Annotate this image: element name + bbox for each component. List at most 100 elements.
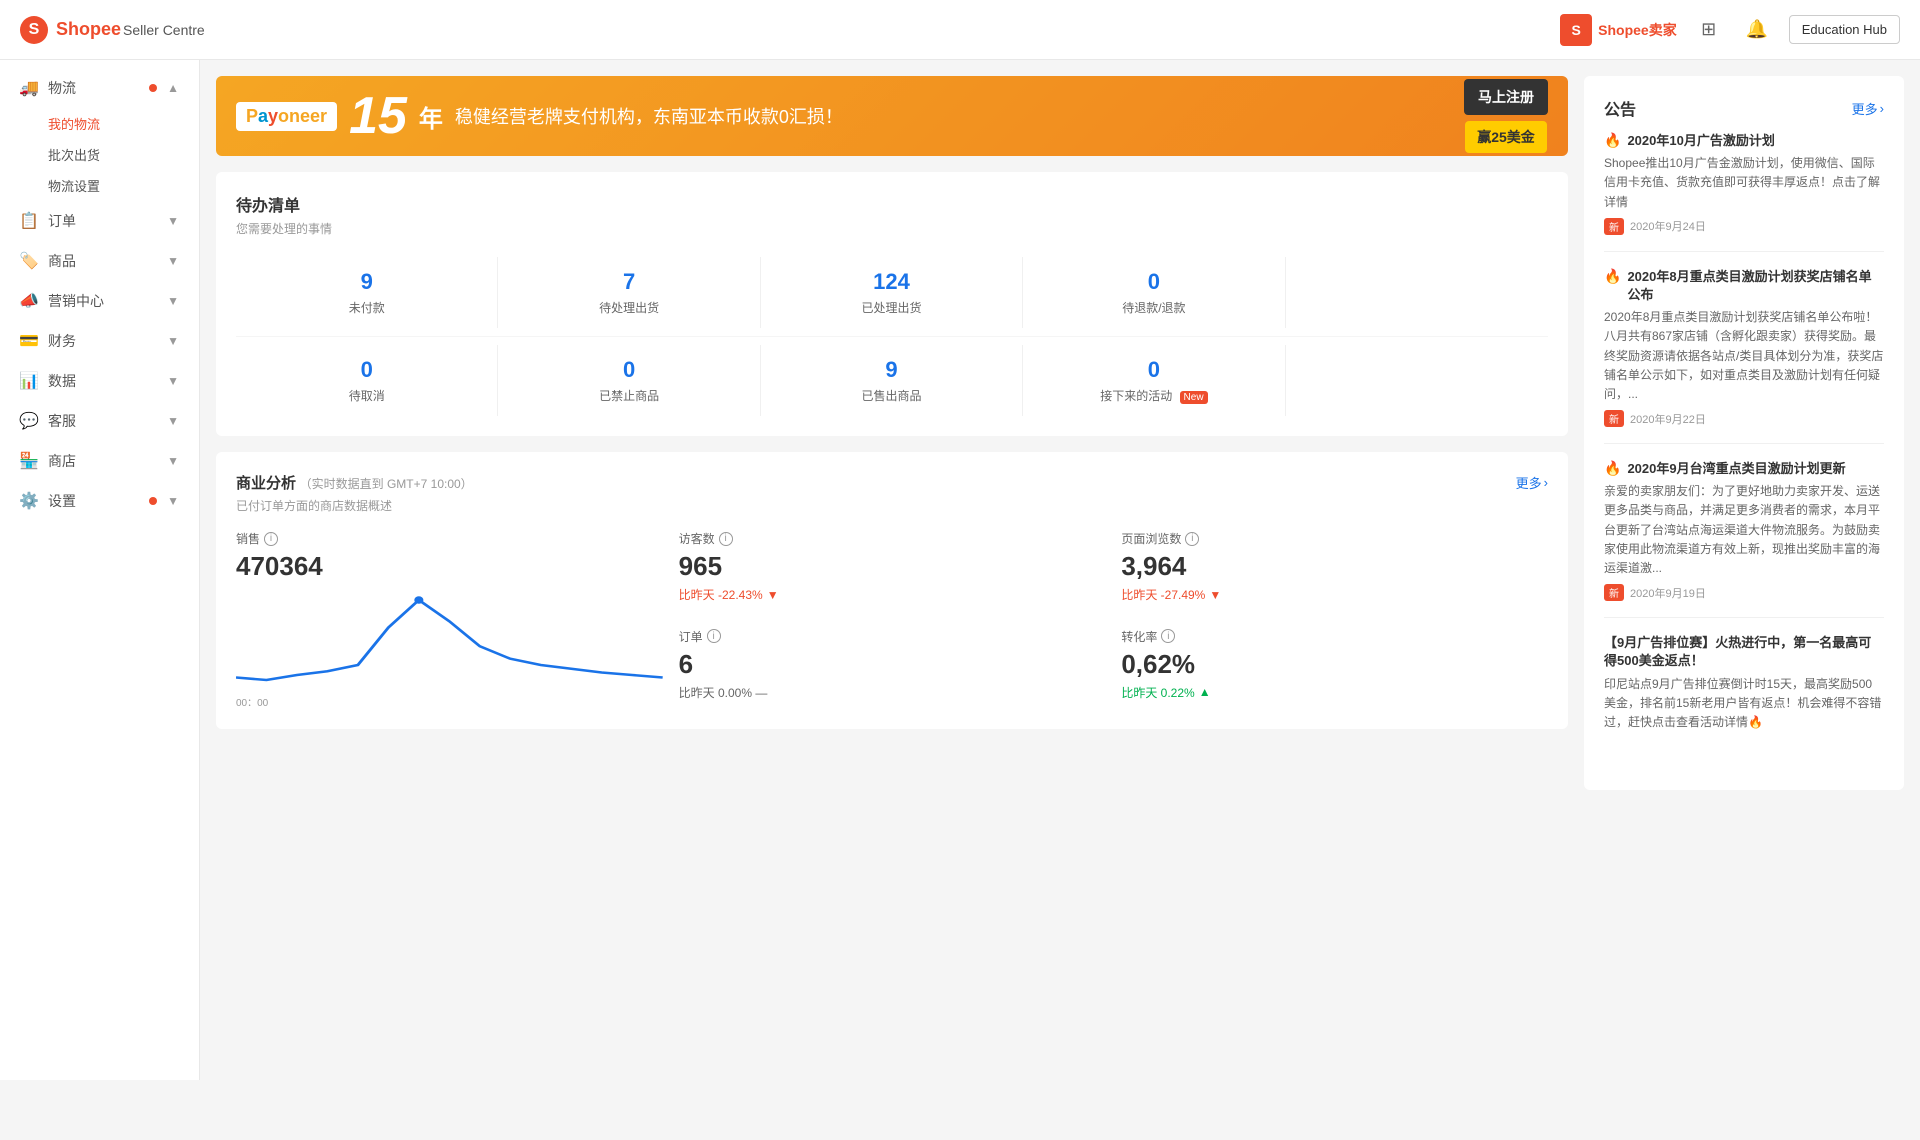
announcements-more-link[interactable]: 更多 ›	[1852, 99, 1884, 118]
metrics-right: 访客数 i 965 比昨天 -22.43% ▼ 页面浏览数	[679, 530, 1548, 709]
ann-item-2-title[interactable]: 2020年8月重点类目激励计划获奖店铺名单公布	[1627, 268, 1884, 304]
analytics-realtime: （实时数据直到 GMT+7 10:00）	[300, 477, 473, 491]
logo-text: Shopee Seller Centre	[56, 19, 205, 40]
customer-service-arrow: ▼	[167, 414, 179, 428]
education-hub-button[interactable]: Education Hub	[1789, 15, 1900, 44]
sidebar-sub-logistics-settings[interactable]: 物流设置	[0, 170, 199, 201]
banner-payoneer: Payoneer	[236, 102, 337, 131]
logo-shopee: Shopee	[56, 19, 121, 40]
todo-num-pending-ship[interactable]: 7	[506, 269, 751, 295]
todo-num-banned[interactable]: 0	[506, 357, 751, 383]
logistics-arrow: ▲	[167, 81, 179, 95]
todo-item-sold: 9 已售出商品	[761, 345, 1023, 416]
sidebar-item-products[interactable]: 🏷️ 商品 ▼	[0, 241, 199, 281]
metric-conversion: 转化率 i 0,62% 比昨天 0.22% ▲	[1121, 628, 1548, 710]
conversion-change: 比昨天 0.22% ▲	[1121, 684, 1548, 701]
logistics-dot	[149, 84, 157, 92]
sidebar-item-settings[interactable]: ⚙️ 设置 ▼	[0, 481, 199, 521]
ann-new-badge-1: 新	[1604, 218, 1624, 235]
pageviews-info-icon[interactable]: i	[1185, 532, 1199, 546]
announcement-item-2: 🔥 2020年8月重点类目激励计划获奖店铺名单公布 2020年8月重点类目激励计…	[1604, 268, 1884, 444]
todo-num-processed-ship[interactable]: 124	[769, 269, 1014, 295]
announcement-item-3: 🔥 2020年9月台湾重点类目激励计划更新 亲爱的卖家朋友们：为了更好地助力卖家…	[1604, 460, 1884, 618]
ann-item-3-meta: 新 2020年9月19日	[1604, 584, 1884, 601]
sidebar-item-finance[interactable]: 💳 财务 ▼	[0, 321, 199, 361]
banner-15-years: 15	[349, 90, 407, 142]
sales-value: 470364	[236, 551, 663, 582]
todo-label-sold: 已售出商品	[769, 387, 1014, 404]
visitors-change-arrow: ▼	[767, 588, 779, 602]
todo-num-upcoming[interactable]: 0	[1031, 357, 1276, 383]
pageviews-label: 页面浏览数 i	[1121, 530, 1548, 547]
todo-label-upcoming: 接下来的活动 New	[1031, 387, 1276, 404]
layout: 🚚 物流 ▲ 我的物流 批次出货 物流设置 📋 订单 ▼ 🏷️ 商品 ▼ 📣 营…	[0, 60, 1920, 1080]
visitors-value: 965	[679, 551, 1106, 582]
conversion-change-arrow: ▲	[1199, 685, 1211, 699]
announcements-more-arrow: ›	[1880, 101, 1884, 116]
visitors-label: 访客数 i	[679, 530, 1106, 547]
todo-label-refund: 待退款/退款	[1031, 299, 1276, 316]
sidebar-item-shop[interactable]: 🏪 商店 ▼	[0, 441, 199, 481]
sidebar-item-customer-service[interactable]: 💬 客服 ▼	[0, 401, 199, 441]
ann-item-1-meta: 新 2020年9月24日	[1604, 218, 1884, 235]
sidebar-item-marketing[interactable]: 📣 营销中心 ▼	[0, 281, 199, 321]
banner-right: 马上注册 赢25美金	[1464, 79, 1548, 153]
main-content: Payoneer 15 年 稳健经营老牌支付机构，东南亚本币收款0汇损！ 马上注…	[200, 60, 1920, 1080]
conversion-info-icon[interactable]: i	[1161, 629, 1175, 643]
grid-icon[interactable]: ⊞	[1693, 14, 1725, 46]
sidebar-sub-my-logistics[interactable]: 我的物流	[0, 108, 199, 139]
todo-num-unpaid[interactable]: 9	[244, 269, 489, 295]
marketing-icon: 📣	[20, 292, 38, 310]
banner-register-btn[interactable]: 马上注册	[1464, 79, 1548, 115]
ann-item-2-meta: 新 2020年9月22日	[1604, 410, 1884, 427]
metric-visitors: 访客数 i 965 比昨天 -22.43% ▼	[679, 530, 1106, 612]
shop-icon: 🏪	[20, 452, 38, 470]
analytics-card: 商业分析 （实时数据直到 GMT+7 10:00） 更多 › 已付订单方面的商店…	[216, 452, 1568, 729]
todo-num-cancel[interactable]: 0	[244, 357, 489, 383]
sidebar-item-orders[interactable]: 📋 订单 ▼	[0, 201, 199, 241]
orders-label: 订单 i	[679, 628, 1106, 645]
ann-item-2-header: 🔥 2020年8月重点类目激励计划获奖店铺名单公布	[1604, 268, 1884, 304]
chart-time: 00：00	[236, 694, 663, 709]
sidebar-item-data[interactable]: 📊 数据 ▼	[0, 361, 199, 401]
sidebar-item-label: 物流	[48, 78, 139, 98]
announcements-card: 公告 更多 › 🔥 2020年10月广告激励计划 Shopee推出10月广告金激…	[1584, 76, 1904, 790]
ann-item-4-content: 印尼站点9月广告排位赛倒计时15天，最高奖励500美金，排名前15新老用户皆有返…	[1604, 675, 1884, 733]
ann-item-4-title[interactable]: 【9月广告排位赛】火热进行中，第一名最高可得500美金返点！	[1604, 634, 1884, 670]
ann-item-2-content: 2020年8月重点类目激励计划获奖店铺名单公布啦！八月共有867家店铺（含孵化跟…	[1604, 308, 1884, 404]
ann-item-3-header: 🔥 2020年9月台湾重点类目激励计划更新	[1604, 460, 1884, 478]
todo-num-sold[interactable]: 9	[769, 357, 1014, 383]
banner-prize: 赢25美金	[1465, 121, 1547, 153]
todo-num-refund[interactable]: 0	[1031, 269, 1276, 295]
sidebar-item-label: 数据	[48, 371, 157, 391]
todo-grid-2: 0 待取消 0 已禁止商品 9 已售出商品 0 接下来的活动 New	[236, 345, 1548, 416]
announcement-item-4: 【9月广告排位赛】火热进行中，第一名最高可得500美金返点！ 印尼站点9月广告排…	[1604, 634, 1884, 754]
orders-info-icon[interactable]: i	[707, 629, 721, 643]
sales-info-icon[interactable]: i	[264, 532, 278, 546]
sidebar-item-label: 订单	[48, 211, 157, 231]
right-panel: 公告 更多 › 🔥 2020年10月广告激励计划 Shopee推出10月广告金激…	[1584, 76, 1904, 1064]
todo-item-cancel: 0 待取消	[236, 345, 498, 416]
pageviews-change: 比昨天 -27.49% ▼	[1121, 586, 1548, 603]
ann-date-3: 2020年9月19日	[1630, 585, 1706, 601]
ann-item-3-title[interactable]: 2020年9月台湾重点类目激励计划更新	[1627, 460, 1884, 478]
ann-item-1-title[interactable]: 2020年10月广告激励计划	[1627, 132, 1884, 150]
visitors-info-icon[interactable]: i	[719, 532, 733, 546]
logo: S Shopee Seller Centre	[20, 16, 205, 44]
ann-item-1-header: 🔥 2020年10月广告激励计划	[1604, 132, 1884, 150]
bell-icon[interactable]: 🔔	[1741, 14, 1773, 46]
sidebar-item-logistics[interactable]: 🚚 物流 ▲	[0, 68, 199, 108]
analytics-more-link[interactable]: 更多 ›	[1516, 473, 1548, 492]
ann-new-badge-2: 新	[1604, 410, 1624, 427]
sidebar-item-label: 设置	[48, 491, 139, 511]
ann-fire-3: 🔥	[1604, 460, 1621, 477]
announcements-title: 公告	[1604, 96, 1636, 120]
products-icon: 🏷️	[20, 252, 38, 270]
shopee-buy: S Shopee卖家	[1560, 14, 1677, 46]
todo-item-upcoming: 0 接下来的活动 New	[1023, 345, 1285, 416]
announcement-item-1: 🔥 2020年10月广告激励计划 Shopee推出10月广告金激励计划，使用微信…	[1604, 132, 1884, 252]
sidebar-sub-batch-ship[interactable]: 批次出货	[0, 139, 199, 170]
todo-title: 待办清单	[236, 192, 1548, 216]
todo-label-banned: 已禁止商品	[506, 387, 751, 404]
banner[interactable]: Payoneer 15 年 稳健经营老牌支付机构，东南亚本币收款0汇损！ 马上注…	[216, 76, 1568, 156]
